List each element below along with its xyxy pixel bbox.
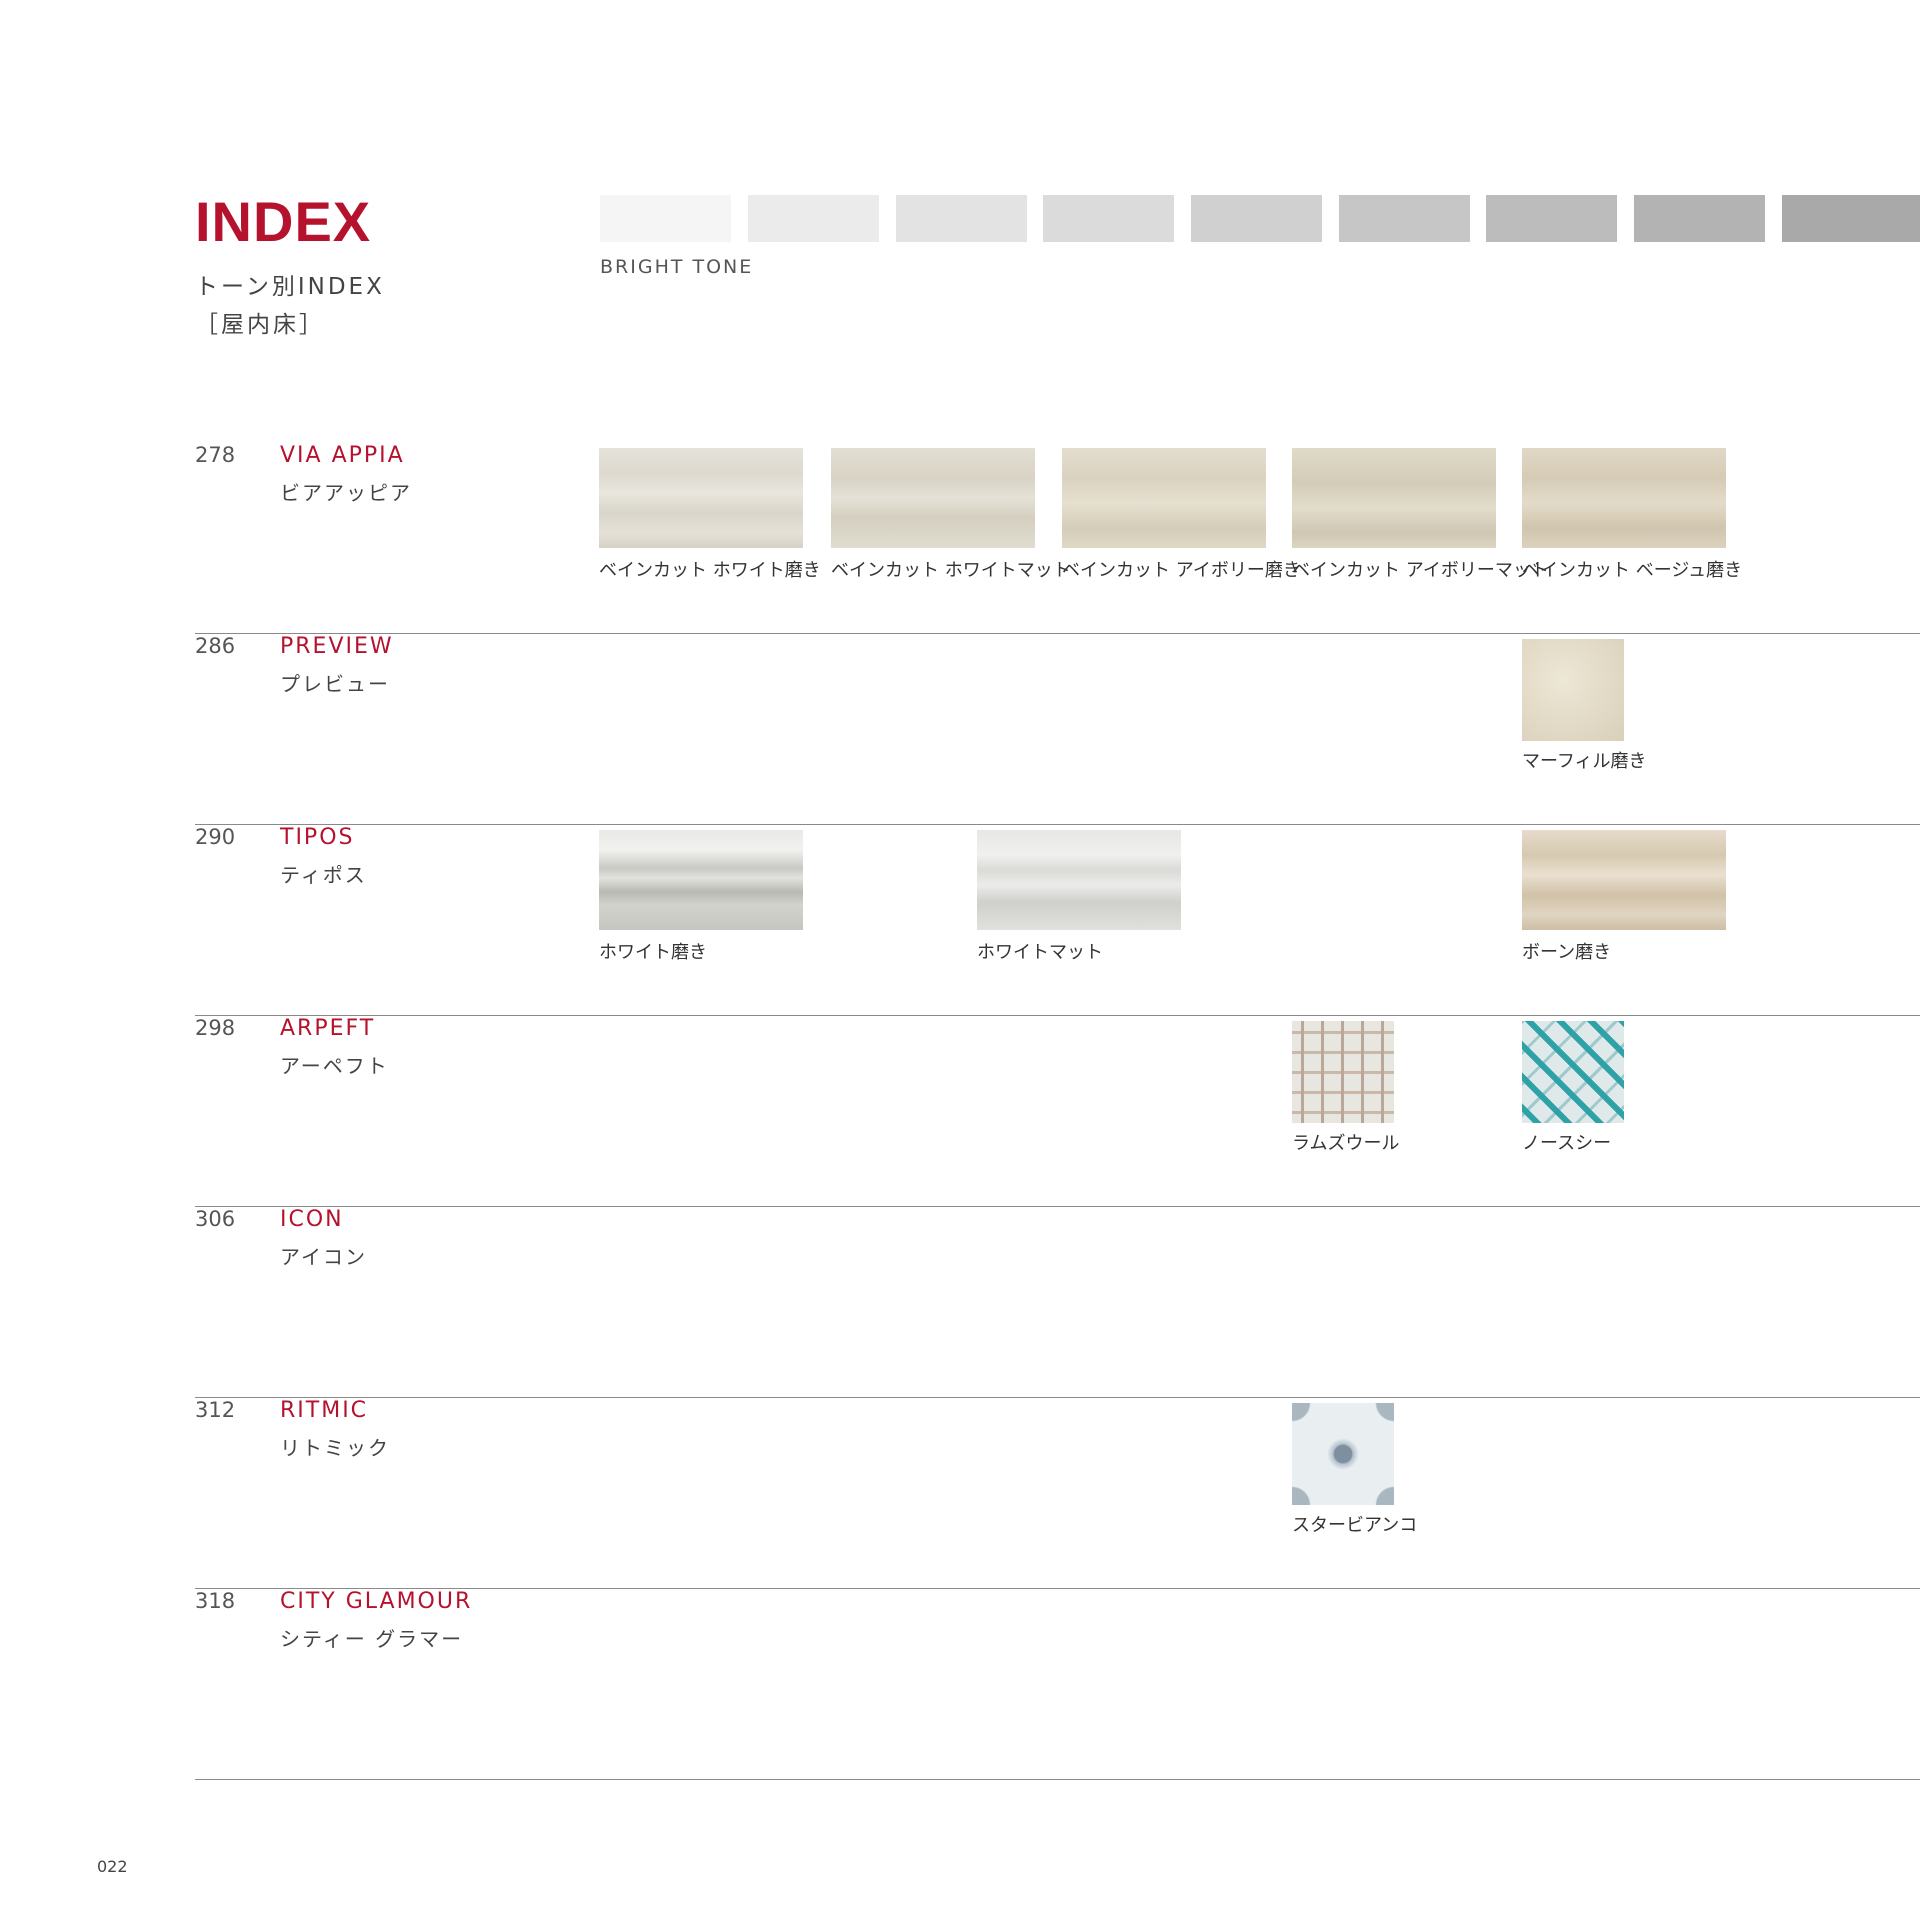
tile-image xyxy=(1062,448,1266,548)
tile-image xyxy=(1522,639,1624,741)
tone-swatch xyxy=(748,195,879,242)
tone-swatch xyxy=(1339,195,1470,242)
tile-caption: ホワイト磨き xyxy=(599,942,707,963)
product-name-en: TIPOS xyxy=(280,825,355,850)
tile-image xyxy=(599,448,803,548)
tile-image xyxy=(1292,1021,1394,1123)
tile-image xyxy=(1522,1021,1624,1123)
product-name-jp: アイコン xyxy=(280,1245,367,1269)
index-row-tipos: 290 TIPOS ティポス ホワイト磨き ホワイトマット ボーン磨き xyxy=(195,825,1920,1016)
tone-swatch xyxy=(1043,195,1174,242)
tone-swatch xyxy=(1486,195,1617,242)
index-row-ritmic: 312 RITMIC リトミック スタービアンコ xyxy=(195,1398,1920,1589)
product-name-en: VIA APPIA xyxy=(280,443,405,468)
tile-image xyxy=(1292,448,1496,548)
tile-caption: ラムズウール xyxy=(1292,1133,1400,1154)
index-row-city-glamour: 318 CITY GLAMOUR シティー グラマー xyxy=(195,1589,1920,1780)
tile-image xyxy=(977,830,1181,930)
tile-caption: ノースシー xyxy=(1522,1133,1612,1154)
tile-caption: ベインカット ベージュ磨き xyxy=(1522,560,1743,581)
tile-caption: ベインカット アイボリー磨き xyxy=(1062,560,1301,581)
page-number: 286 xyxy=(195,634,236,658)
tile-caption: ホワイトマット xyxy=(977,942,1103,963)
product-name-jp: ティポス xyxy=(280,863,367,887)
tone-swatch xyxy=(1191,195,1322,242)
tile-caption: スタービアンコ xyxy=(1292,1515,1418,1536)
subtitle-line-1: トーン別INDEX xyxy=(195,274,385,300)
page-title: INDEX xyxy=(195,190,372,253)
index-row-arpeft: 298 ARPEFT アーペフト ラムズウール ノースシー xyxy=(195,1016,1920,1207)
page-footer-number: 022 xyxy=(97,1857,128,1876)
index-row-icon: 306 ICON アイコン xyxy=(195,1207,1920,1398)
product-name-jp: リトミック xyxy=(280,1436,390,1460)
product-name-jp: アーペフト xyxy=(280,1054,389,1078)
tile-image xyxy=(1522,830,1726,930)
tone-swatch xyxy=(896,195,1027,242)
page-number: 312 xyxy=(195,1398,236,1422)
page-number: 290 xyxy=(195,825,236,849)
tile-image xyxy=(831,448,1035,548)
tile-caption: ベインカット アイボリーマット xyxy=(1292,560,1549,581)
tile-image xyxy=(1522,448,1726,548)
product-name-jp: ビアアッピア xyxy=(280,481,412,505)
tile-caption: マーフィル磨き xyxy=(1522,751,1647,772)
tone-swatch xyxy=(1782,195,1920,242)
product-name-en: ICON xyxy=(280,1207,344,1232)
page-number: 318 xyxy=(195,1589,236,1613)
tone-label: BRIGHT TONE xyxy=(600,256,754,278)
index-row-via-appia: 278 VIA APPIA ビアアッピア ベインカット ホワイト磨き ベインカッ… xyxy=(195,443,1920,634)
index-row-preview: 286 PREVIEW プレビュー マーフィル磨き xyxy=(195,634,1920,825)
page-number: 306 xyxy=(195,1207,236,1231)
product-name-en: ARPEFT xyxy=(280,1016,376,1041)
product-name-jp: プレビュー xyxy=(280,672,390,696)
product-name-jp: シティー グラマー xyxy=(280,1627,464,1651)
tile-image xyxy=(599,830,803,930)
subtitle-line-2: ［屋内床］ xyxy=(195,312,325,338)
tile-caption: ベインカット ホワイト磨き xyxy=(599,560,821,581)
page-number: 278 xyxy=(195,443,236,467)
tile-caption: ボーン磨き xyxy=(1522,942,1612,963)
tile-image xyxy=(1292,1403,1394,1505)
page-number: 298 xyxy=(195,1016,236,1040)
tile-caption: ベインカット ホワイトマット xyxy=(831,560,1071,581)
product-name-en: CITY GLAMOUR xyxy=(280,1589,473,1614)
tone-swatch xyxy=(600,195,731,242)
product-name-en: PREVIEW xyxy=(280,634,394,659)
tone-swatch xyxy=(1634,195,1765,242)
product-name-en: RITMIC xyxy=(280,1398,369,1423)
subtitle: トーン別INDEX ［屋内床］ xyxy=(195,268,385,344)
